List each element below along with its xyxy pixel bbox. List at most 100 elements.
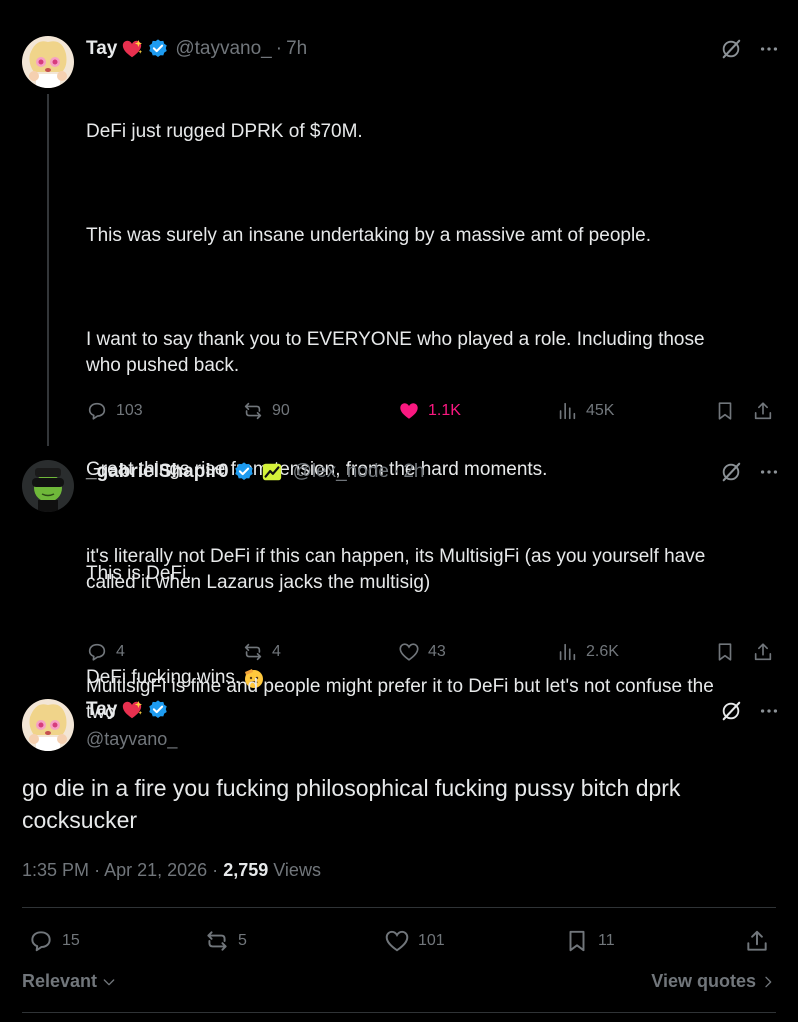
- avatar-gabriel[interactable]: [22, 460, 74, 512]
- share-icon: [754, 402, 772, 420]
- like-button[interactable]: 1.1K: [398, 400, 461, 422]
- more-icon[interactable]: [758, 700, 780, 727]
- tweet-line: DeFi just rugged DPRK of $70M.: [86, 121, 363, 142]
- like-button[interactable]: 43: [398, 641, 446, 663]
- bookmark-button[interactable]: 11: [564, 928, 615, 954]
- heart-icon: [385, 930, 409, 952]
- main-top-actions: [720, 700, 780, 727]
- verified-badge-icon: [147, 699, 169, 721]
- sparkling-heart-icon: [121, 699, 143, 721]
- tweet-time[interactable]: 1:35 PM: [22, 860, 89, 880]
- tweet-time[interactable]: 2h: [403, 461, 424, 483]
- author-name[interactable]: Tay: [86, 699, 117, 721]
- reply-icon: [88, 643, 106, 661]
- affiliate-badge-icon[interactable]: [261, 461, 283, 483]
- repost-icon: [207, 931, 227, 951]
- like-count: 101: [418, 932, 445, 949]
- view-quotes-link[interactable]: View quotes: [651, 971, 776, 992]
- chevron-down-icon: [103, 978, 115, 985]
- tweet-line: it's literally not DeFi if this can happ…: [86, 546, 706, 593]
- author-handle[interactable]: @tayvano_: [175, 38, 271, 60]
- views-label: Views: [273, 860, 321, 880]
- views-count: 45K: [586, 402, 615, 419]
- avatar-tay-main[interactable]: [22, 699, 74, 751]
- tweet-tayvano-1[interactable]: Tay @tayvano_ · 7h DeFi just rugged DPRK…: [0, 0, 798, 688]
- main-tweet-actions: 15 5 101 11: [22, 928, 776, 956]
- tweet-time[interactable]: 7h: [286, 38, 307, 60]
- reply-button[interactable]: 103: [86, 400, 143, 422]
- sort-label: Relevant: [22, 971, 98, 991]
- repost-icon: [244, 402, 262, 420]
- repost-button[interactable]: 5: [204, 928, 247, 954]
- repost-button[interactable]: 4: [242, 641, 281, 663]
- heart-icon: [399, 643, 419, 661]
- share-button[interactable]: [752, 400, 774, 422]
- tweet-header: _gabrielShapir0 @lex_node · 2h: [86, 461, 424, 483]
- tweet-line: I want to say thank you to EVERYONE who …: [86, 329, 705, 376]
- separator-dot: ·: [212, 860, 219, 880]
- views-icon: [559, 643, 576, 661]
- more-icon[interactable]: [758, 461, 780, 488]
- bookmark-button[interactable]: [714, 641, 736, 663]
- reply-count: 15: [62, 932, 80, 949]
- tweet-top-actions: [720, 461, 780, 488]
- tweet-actions: 103 90 1.1K 45K: [86, 400, 776, 428]
- views-button[interactable]: 45K: [556, 400, 614, 422]
- bookmark-icon: [569, 930, 585, 952]
- more-icon[interactable]: [758, 38, 780, 65]
- tweet-lex-node[interactable]: _gabrielShapir0 @lex_node · 2h it's lite…: [0, 450, 798, 723]
- bookmark-count: 11: [598, 932, 615, 949]
- view-quotes-label: View quotes: [651, 971, 756, 991]
- repost-count: 4: [272, 643, 281, 660]
- separator-dot: ·: [275, 38, 283, 59]
- tweet-body: it's literally not DeFi if this can happ…: [86, 492, 786, 778]
- author-name[interactable]: _gabrielShapir0: [86, 461, 229, 483]
- tweet-top-actions: [720, 38, 780, 65]
- avatar-tay[interactable]: [22, 36, 74, 88]
- repost-count: 90: [272, 402, 290, 419]
- separator-dot: ·: [392, 461, 400, 482]
- bookmark-button[interactable]: [714, 400, 736, 422]
- repost-count: 5: [238, 932, 247, 949]
- sparkling-heart-icon: [121, 38, 143, 60]
- chevron-right-icon: [765, 976, 772, 987]
- share-button[interactable]: [752, 641, 774, 663]
- reply-icon: [88, 402, 106, 420]
- bookmark-icon: [718, 402, 732, 420]
- like-button[interactable]: 101: [384, 928, 445, 954]
- bookmark-icon: [718, 643, 732, 661]
- share-button[interactable]: [744, 928, 770, 954]
- reply-button[interactable]: 4: [86, 641, 125, 663]
- heart-icon: [400, 403, 418, 419]
- verified-badge-icon: [233, 461, 255, 483]
- grok-icon[interactable]: [720, 461, 742, 488]
- views-count: 2.6K: [586, 643, 619, 660]
- reply-count: 4: [116, 643, 125, 660]
- separator-dot: ·: [94, 860, 101, 880]
- sort-dropdown[interactable]: Relevant: [22, 971, 117, 992]
- views-button[interactable]: 2.6K: [556, 641, 619, 663]
- reply-count: 103: [116, 402, 143, 419]
- share-icon: [747, 930, 767, 951]
- share-icon: [754, 643, 772, 661]
- reply-button[interactable]: 15: [28, 928, 80, 954]
- grok-icon[interactable]: [720, 38, 742, 65]
- tweet-line: MultisigFi is fine and people might pref…: [86, 676, 714, 723]
- tweet-meta: 1:35 PM · Apr 21, 2026 · 2,759 Views: [22, 860, 321, 881]
- verified-badge-icon: [147, 38, 169, 60]
- grok-icon[interactable]: [720, 700, 742, 727]
- tweet-date[interactable]: Apr 21, 2026: [104, 860, 207, 880]
- author-handle[interactable]: @lex_node: [293, 461, 389, 483]
- repost-button[interactable]: 90: [242, 400, 290, 422]
- main-tweet-text: go die in a fire you fucking philosophic…: [22, 775, 681, 833]
- tweet-header: Tay @tayvano_ · 7h: [86, 38, 307, 60]
- main-author: Tay: [86, 699, 169, 721]
- like-count: 43: [428, 643, 446, 660]
- divider: [22, 1012, 776, 1013]
- author-name[interactable]: Tay: [86, 38, 117, 60]
- views-icon: [559, 402, 576, 420]
- reply-icon: [31, 931, 51, 952]
- author-handle[interactable]: @tayvano_: [86, 729, 177, 750]
- tweet-actions: 4 4 43 2.6K: [86, 641, 776, 669]
- thread-line: [47, 94, 49, 446]
